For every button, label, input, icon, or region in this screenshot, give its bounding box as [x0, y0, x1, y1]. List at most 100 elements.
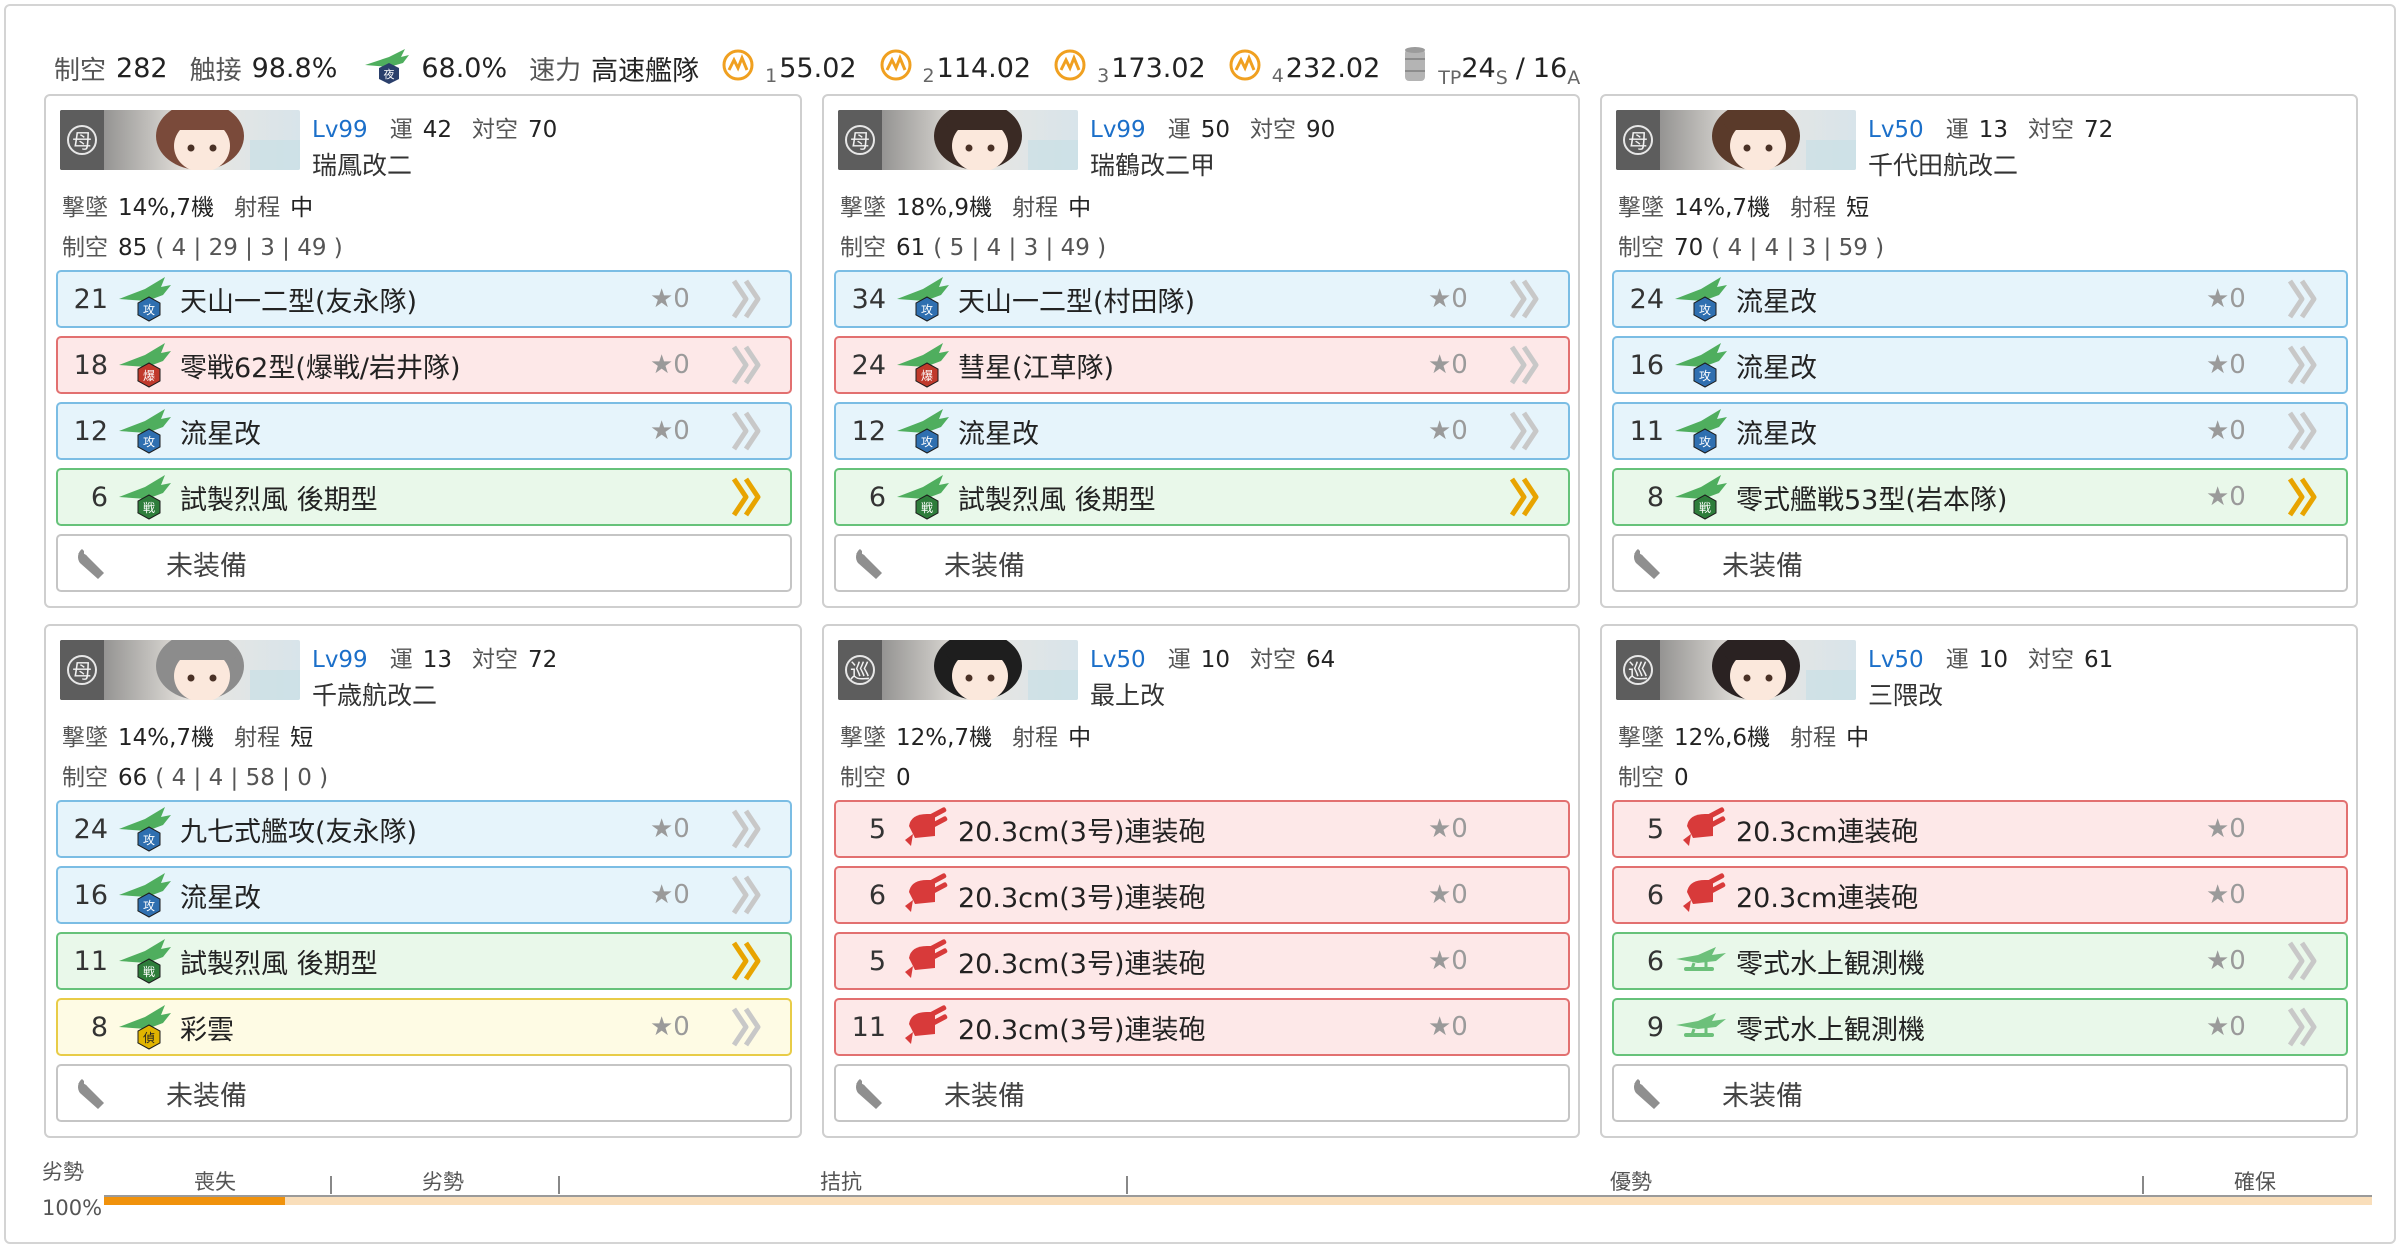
improvement-star[interactable]: ★0: [1428, 284, 1498, 314]
equipment-name: 流星改: [180, 882, 261, 914]
equipment-slot[interactable]: 6 戦 試製烈風 後期型: [834, 468, 1570, 526]
improvement-star[interactable]: ★0: [1428, 1012, 1498, 1042]
equipment-slot[interactable]: 24 爆 彗星(江草隊) ★0: [834, 336, 1570, 394]
proficiency-chevron-icon[interactable]: [728, 343, 768, 387]
equipment-slot[interactable]: 11 20.3cm(3号)連装砲 ★0: [834, 998, 1570, 1056]
improvement-star[interactable]: ★0: [2206, 284, 2276, 314]
improvement-star[interactable]: ★0: [2206, 814, 2276, 844]
equipment-slot[interactable]: 6 零式水上観測機 ★0: [1612, 932, 2348, 990]
equipment-slot[interactable]: 16 攻 流星改 ★0: [1612, 336, 2348, 394]
ship-portrait[interactable]: 巡: [838, 640, 1078, 700]
equipment-slot-empty[interactable]: 未装備: [56, 534, 792, 592]
proficiency-chevron-icon[interactable]: [1506, 939, 1546, 983]
ship-card[interactable]: 巡 Lv50 運 10 対空 64 最上改 撃墜 12%,7機 射程中制空 0 5 20.3cm(3号)…: [822, 624, 1580, 1138]
improvement-star[interactable]: ★0: [1428, 946, 1498, 976]
proficiency-chevron-icon[interactable]: [1506, 873, 1546, 917]
svg-text:戦: 戦: [143, 501, 155, 515]
equipment-slot[interactable]: 18 爆 零戦62型(爆戦/岩井隊) ★0: [56, 336, 792, 394]
improvement-star[interactable]: ★0: [650, 1012, 720, 1042]
equipment-slot[interactable]: 5 20.3cm連装砲 ★0: [1612, 800, 2348, 858]
proficiency-chevron-icon[interactable]: [1506, 277, 1546, 321]
ship-card[interactable]: 母 Lv99 運 50 対空 90 瑞鶴改二甲 撃墜 18%,9機 射程中制空 61 ( 5 | 4 …: [822, 94, 1580, 608]
proficiency-chevron-icon[interactable]: [1506, 1005, 1546, 1049]
equipment-slot[interactable]: 16 攻 流星改 ★0: [56, 866, 792, 924]
proficiency-chevron-icon[interactable]: [728, 939, 768, 983]
line-of-sight-group: 1 55.02 2 114.02 3 173.02 4 232.02: [721, 48, 1402, 89]
proficiency-chevron-icon[interactable]: [728, 277, 768, 321]
improvement-star[interactable]: ★0: [650, 880, 720, 910]
equipment-name: 流星改: [958, 418, 1039, 450]
los-coefficient: 4: [1271, 65, 1284, 87]
luck-label: 運: [1945, 647, 1969, 673]
equipment-slot[interactable]: 6 戦 試製烈風 後期型: [56, 468, 792, 526]
improvement-star[interactable]: ★0: [2206, 880, 2276, 910]
improvement-star[interactable]: ★0: [650, 814, 720, 844]
equipment-slot[interactable]: 11 攻 流星改 ★0: [1612, 402, 2348, 460]
equipment-slot[interactable]: 5 20.3cm(3号)連装砲 ★0: [834, 932, 1570, 990]
ship-portrait[interactable]: 母: [1616, 110, 1856, 170]
equipment-slot-empty[interactable]: 未装備: [1612, 1064, 2348, 1122]
equipment-slot[interactable]: 12 攻 流星改 ★0: [834, 402, 1570, 460]
proficiency-chevron-icon[interactable]: [2284, 475, 2324, 519]
equipment-slot[interactable]: 11 戦 試製烈風 後期型: [56, 932, 792, 990]
proficiency-chevron-icon[interactable]: [1506, 409, 1546, 453]
proficiency-chevron-icon[interactable]: [2284, 343, 2324, 387]
ship-card[interactable]: 母 Lv99 運 13 対空 72 千歳航改二 撃墜 14%,7機 射程短制空 66 ( 4 | 4 …: [44, 624, 802, 1138]
slot-plane-count: 5: [868, 813, 886, 845]
proficiency-chevron-icon[interactable]: [2284, 277, 2324, 321]
proficiency-chevron-icon[interactable]: [728, 475, 768, 519]
proficiency-chevron-icon[interactable]: [1506, 807, 1546, 851]
proficiency-chevron-icon[interactable]: [728, 409, 768, 453]
ship-card[interactable]: 母 Lv99 運 42 対空 70 瑞鳳改二 撃墜 14%,7機 射程中制空 85 ( 4 | 29 …: [44, 94, 802, 608]
improvement-star[interactable]: ★0: [650, 350, 720, 380]
los-value: 55.02: [779, 52, 857, 84]
improvement-star[interactable]: ★0: [2206, 482, 2276, 512]
ship-portrait[interactable]: 母: [60, 640, 300, 700]
improvement-star[interactable]: ★0: [2206, 946, 2276, 976]
proficiency-chevron-icon[interactable]: [2284, 409, 2324, 453]
ship-air-label: 制空: [62, 765, 108, 791]
equipment-slot[interactable]: 21 攻 天山一二型(友永隊) ★0: [56, 270, 792, 328]
improvement-star[interactable]: ★0: [650, 284, 720, 314]
svg-text:爆: 爆: [921, 369, 933, 383]
improvement-star[interactable]: ★0: [1428, 350, 1498, 380]
ship-portrait[interactable]: 母: [60, 110, 300, 170]
equipment-slot-empty[interactable]: 未装備: [1612, 534, 2348, 592]
improvement-star[interactable]: ★0: [1428, 880, 1498, 910]
proficiency-chevron-icon[interactable]: [1506, 343, 1546, 387]
proficiency-chevron-icon[interactable]: [2284, 939, 2324, 983]
equipment-name: 20.3cm(3号)連装砲: [958, 816, 1206, 848]
equipment-slot[interactable]: 12 攻 流星改 ★0: [56, 402, 792, 460]
equipment-slot[interactable]: 34 攻 天山一二型(村田隊) ★0: [834, 270, 1570, 328]
ship-portrait[interactable]: 母: [838, 110, 1078, 170]
equipment-slot-empty[interactable]: 未装備: [56, 1064, 792, 1122]
equipment-slot[interactable]: 6 20.3cm(3号)連装砲 ★0: [834, 866, 1570, 924]
wrench-icon: [1628, 1073, 1668, 1113]
improvement-star[interactable]: ★0: [2206, 350, 2276, 380]
equipment-slot[interactable]: 8 戦 零式艦戦53型(岩本隊) ★0: [1612, 468, 2348, 526]
ship-card[interactable]: 巡 Lv50 運 10 対空 61 三隈改 撃墜 12%,6機 射程中制空 0 5 20.3cm連装砲 ★…: [1600, 624, 2358, 1138]
proficiency-chevron-icon[interactable]: [728, 873, 768, 917]
equipment-slot-empty[interactable]: 未装備: [834, 534, 1570, 592]
proficiency-chevron-icon[interactable]: [1506, 475, 1546, 519]
equipment-slot-empty[interactable]: 未装備: [834, 1064, 1570, 1122]
proficiency-chevron-icon[interactable]: [2284, 807, 2324, 851]
ship-card[interactable]: 母 Lv50 運 13 対空 72 千代田航改二 撃墜 14%,7機 射程短制空 70 ( 4 | 4…: [1600, 94, 2358, 608]
proficiency-chevron-icon[interactable]: [728, 1005, 768, 1049]
proficiency-chevron-icon[interactable]: [728, 807, 768, 851]
improvement-star[interactable]: ★0: [1428, 814, 1498, 844]
shootdown-label: 撃墜: [1618, 725, 1664, 751]
equipment-slot[interactable]: 8 偵 彩雲 ★0: [56, 998, 792, 1056]
improvement-star[interactable]: ★0: [2206, 416, 2276, 446]
equipment-slot[interactable]: 24 攻 九七式艦攻(友永隊) ★0: [56, 800, 792, 858]
proficiency-chevron-icon[interactable]: [2284, 873, 2324, 917]
equipment-slot[interactable]: 9 零式水上観測機 ★0: [1612, 998, 2348, 1056]
equipment-slot[interactable]: 24 攻 流星改 ★0: [1612, 270, 2348, 328]
equipment-slot[interactable]: 6 20.3cm連装砲 ★0: [1612, 866, 2348, 924]
proficiency-chevron-icon[interactable]: [2284, 1005, 2324, 1049]
improvement-star[interactable]: ★0: [2206, 1012, 2276, 1042]
ship-portrait[interactable]: 巡: [1616, 640, 1856, 700]
improvement-star[interactable]: ★0: [650, 416, 720, 446]
equipment-slot[interactable]: 5 20.3cm(3号)連装砲 ★0: [834, 800, 1570, 858]
improvement-star[interactable]: ★0: [1428, 416, 1498, 446]
